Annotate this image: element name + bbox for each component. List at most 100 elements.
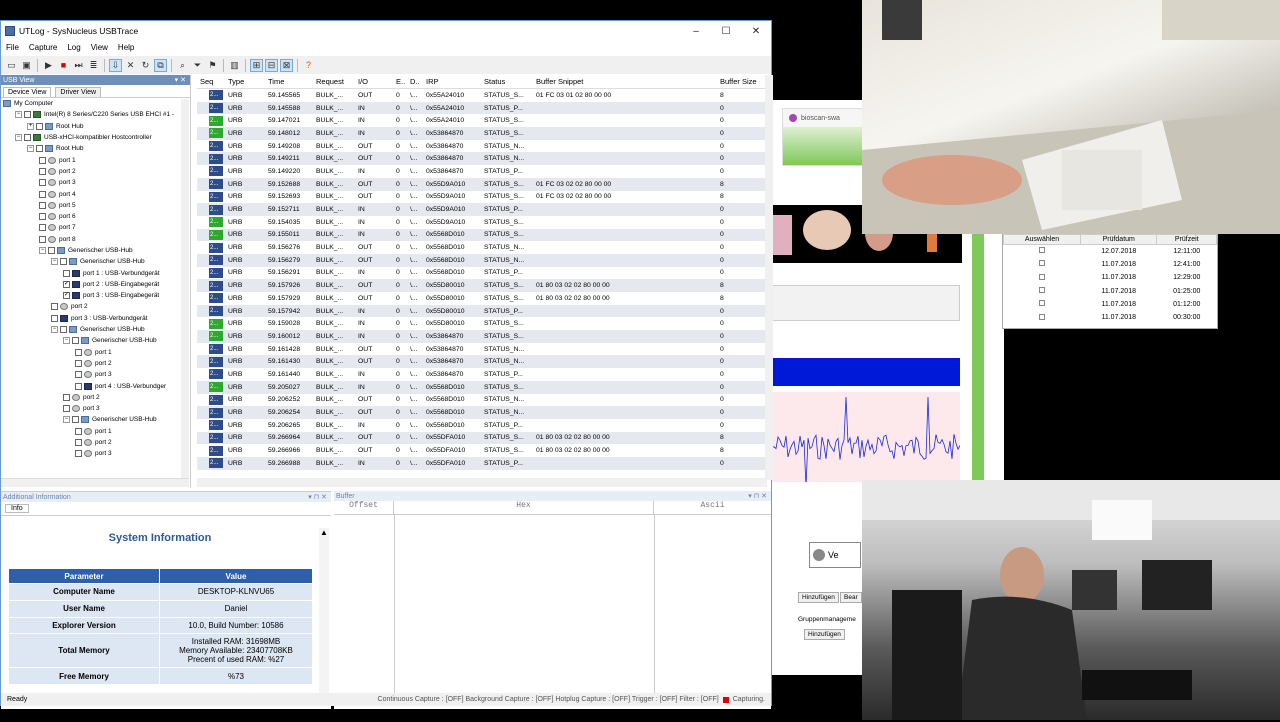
tree-node[interactable]: − Generischer USB-Hub xyxy=(1,324,190,335)
grid-scrollbar[interactable] xyxy=(765,75,773,480)
grid-hscrollbar[interactable] xyxy=(197,478,767,487)
tree-node[interactable]: port 2 xyxy=(1,437,190,448)
tree-checkbox[interactable]: ✓ xyxy=(63,280,70,288)
menu-log[interactable]: Log xyxy=(62,42,85,55)
grid-row[interactable]: 2... URB 59.161430 BULK_... OUT 0 \... 0x538648… xyxy=(197,355,771,369)
grid-row[interactable]: 2... URB 59.149208 BULK_... OUT 0 \... 0x538648… xyxy=(197,140,771,153)
col-time[interactable]: Prüfzeit xyxy=(1156,234,1217,245)
grid-row[interactable]: 2... URB 59.156291 BULK_... IN 0 \... 0x5568D01… xyxy=(197,267,771,280)
tree-checkbox[interactable] xyxy=(75,382,82,390)
trigger-icon[interactable]: ⚑ xyxy=(206,59,219,72)
grid-row[interactable]: 2... URB 59.147021 BULK_... IN 0 \... 0x55A2401… xyxy=(197,114,771,127)
grid-col-header[interactable]: Buffer Size xyxy=(717,77,767,86)
tree-node[interactable]: port 4 xyxy=(1,188,190,199)
tree-node[interactable]: port 3 xyxy=(1,177,190,188)
tree-node[interactable]: port 1 : USB-Verbundgerät xyxy=(1,267,190,278)
date-row-check[interactable] xyxy=(1004,245,1081,258)
tab-driver-view[interactable]: Driver View xyxy=(55,87,102,97)
tree-node[interactable]: port 3 xyxy=(1,369,190,380)
tree-node[interactable]: port 3 xyxy=(1,448,190,459)
stop-capture-icon[interactable]: ■ xyxy=(57,59,70,72)
tree-checkbox[interactable] xyxy=(75,439,82,447)
grid-row[interactable]: 2... URB 59.155011 BULK_... IN 0 \... 0x5568D01… xyxy=(197,228,771,242)
grid-row[interactable]: 2... URB 59.206252 BULK_... OUT 0 \... 0x5568D0… xyxy=(197,394,771,407)
minimize-button[interactable]: – xyxy=(681,21,711,41)
col-date[interactable]: Prüfdatum xyxy=(1079,234,1158,245)
grid-row[interactable]: 2... URB 59.157942 BULK_... IN 0 \... 0x55D8001… xyxy=(197,304,771,318)
grid-col-header[interactable]: Type xyxy=(225,77,265,86)
grid-row[interactable]: 2... URB 59.206254 BULK_... OUT 0 \... 0x5568D0… xyxy=(197,406,771,419)
tree-checkbox[interactable]: ✓ xyxy=(63,292,70,300)
expand-icon[interactable]: + xyxy=(27,122,34,130)
scroll-up-icon[interactable]: ▲ xyxy=(319,528,329,537)
new-icon[interactable]: ▭ xyxy=(5,59,18,72)
grid-row[interactable]: 2... URB 59.266988 BULK_... IN 0 \... 0x55DFA01… xyxy=(197,456,771,470)
grid-row[interactable]: 2... URB 59.205027 BULK_... IN 0 \... 0x5568D01… xyxy=(197,380,771,394)
grid-row[interactable]: 2... URB 59.159028 BULK_... IN 0 \... 0x55D8001… xyxy=(197,317,771,330)
grid-col-header[interactable]: Time xyxy=(265,77,313,86)
tree-node[interactable]: − Generischer USB-Hub xyxy=(1,245,190,256)
tree-node[interactable]: port 1 xyxy=(1,426,190,437)
tree-checkbox[interactable] xyxy=(63,393,70,401)
grid-row[interactable]: 2... URB 59.148012 BULK_... IN 0 \... 0x5386487… xyxy=(197,127,771,140)
tree-checkbox[interactable] xyxy=(39,235,46,243)
start-capture-icon[interactable]: ▶ xyxy=(42,59,55,72)
date-row-check[interactable] xyxy=(1004,258,1081,271)
date-row-check[interactable] xyxy=(1004,284,1081,297)
tree-checkbox[interactable] xyxy=(48,247,55,254)
pane-close-icon[interactable]: ▾ ✕ xyxy=(175,76,186,84)
checkbox[interactable] xyxy=(1038,260,1045,267)
grid-row[interactable]: 2... URB 59.145565 BULK_... OUT 0 \... 0x55A240… xyxy=(197,89,771,102)
collapse-icon[interactable]: − xyxy=(51,326,58,334)
tree-node[interactable]: − Root Hub xyxy=(1,143,190,154)
tree-checkbox[interactable] xyxy=(60,326,67,334)
tree-checkbox[interactable] xyxy=(39,213,46,221)
collapse-icon[interactable]: − xyxy=(63,416,70,424)
grid-row[interactable]: 2... URB 59.266966 BULK_... OUT 0 \... 0x55DFA0… xyxy=(197,444,771,457)
grid-row[interactable]: 2... URB 59.149220 BULK_... IN 0 \... 0x5386487… xyxy=(197,165,771,178)
collapse-icon[interactable]: − xyxy=(51,258,58,266)
date-row[interactable]: 11.07.2018 12:29:00 xyxy=(1004,271,1217,284)
checkbox[interactable] xyxy=(1038,273,1045,280)
tab-device-view[interactable]: Device View xyxy=(3,87,52,97)
grid-row[interactable]: 2... URB 59.152711 BULK_... IN 0 \... 0x55D9A01… xyxy=(197,203,771,216)
tree-node[interactable]: port 6 xyxy=(1,211,190,222)
menu-file[interactable]: File xyxy=(1,42,24,55)
tree-checkbox[interactable] xyxy=(51,314,58,322)
skip-icon[interactable]: ⏭ xyxy=(72,59,85,72)
hinzufuegen-button[interactable]: Hinzufügen xyxy=(798,592,839,603)
list-icon[interactable]: ≣ xyxy=(87,59,100,72)
grid-row[interactable]: 2... URB 59.149211 BULK_... OUT 0 \... 0x538648… xyxy=(197,152,771,166)
info-view-icon[interactable]: ⊟ xyxy=(265,58,278,72)
tree-checkbox[interactable] xyxy=(24,134,31,142)
date-row[interactable]: 11.07.2018 01:25:00 xyxy=(1004,284,1217,297)
date-row-check[interactable] xyxy=(1004,271,1081,284)
tree-node[interactable]: ✓ port 3 : USB-Eingabegerät xyxy=(1,290,190,301)
tree-node[interactable]: My Computer xyxy=(1,98,190,109)
checkbox[interactable] xyxy=(1038,287,1045,294)
collapse-icon[interactable]: − xyxy=(15,134,22,142)
clear-icon[interactable]: ✕ xyxy=(124,59,137,72)
tab-info[interactable]: Info xyxy=(5,504,29,513)
bioscan-window[interactable]: bioscan-swa xyxy=(782,108,864,166)
tree-checkbox[interactable] xyxy=(75,427,82,435)
grid-row[interactable]: 2... URB 59.157926 BULK_... OUT 0 \... 0x55D800… xyxy=(197,279,771,292)
tree-checkbox[interactable] xyxy=(39,190,46,198)
date-row[interactable]: 11.07.2018 00:30:00 xyxy=(1004,311,1217,324)
collapse-icon[interactable]: − xyxy=(63,337,70,345)
maximize-button[interactable]: ☐ xyxy=(711,21,741,41)
tree-node[interactable]: − Generischer USB-Hub xyxy=(1,335,190,346)
tree-checkbox[interactable] xyxy=(63,269,70,277)
help-icon[interactable]: ? xyxy=(302,59,315,72)
grid-row[interactable]: 2... URB 59.154035 BULK_... IN 0 \... 0x55D9A01… xyxy=(197,216,771,229)
tree-node[interactable]: + Root Hub xyxy=(1,121,190,132)
grid-row[interactable]: 2... URB 59.266964 BULK_... OUT 0 \... 0x55DFA0… xyxy=(197,431,771,445)
grid-col-header[interactable]: Seq xyxy=(197,77,225,86)
date-row-check[interactable] xyxy=(1004,311,1081,324)
buffer-pane-close-icon[interactable]: ▾ ⊓ ✕ xyxy=(748,492,767,500)
tree-checkbox[interactable] xyxy=(72,337,79,345)
grid-row[interactable]: 2... URB 59.152688 BULK_... OUT 0 \... 0x55D9A0… xyxy=(197,177,771,191)
tree-checkbox[interactable] xyxy=(72,416,79,424)
device-view-icon[interactable]: ⊞ xyxy=(250,58,263,72)
tree-checkbox[interactable] xyxy=(36,145,43,153)
